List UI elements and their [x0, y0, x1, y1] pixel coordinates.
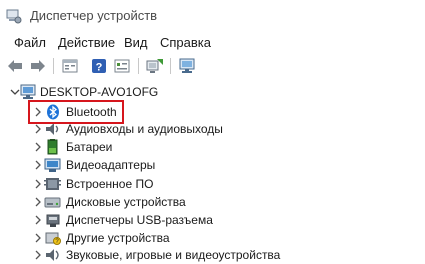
chevron-right-icon[interactable]: [33, 250, 43, 260]
forward-button[interactable]: [29, 57, 47, 75]
scan-hardware-button[interactable]: [178, 57, 196, 75]
tree-item-label: Диспетчеры USB-разъема: [66, 213, 213, 227]
back-icon: [8, 60, 22, 72]
tree-item-label: Bluetooth: [66, 105, 117, 119]
properties-icon: [62, 59, 78, 73]
tree-item-label: Звуковые, игровые и видеоустройства: [66, 248, 281, 262]
tree-root-node[interactable]: DESKTOP-AVO1OFG: [0, 81, 425, 103]
menu-help[interactable]: Справка: [160, 35, 211, 50]
tree-item-label: Видеоадаптеры: [66, 158, 156, 172]
title-bar: Диспетчер устройств: [0, 0, 425, 32]
computer-icon: [20, 84, 36, 99]
tree-root-label: DESKTOP-AVO1OFG: [40, 85, 159, 99]
tree-item-sound-video-game[interactable]: Звуковые, игровые и видеоустройства: [0, 244, 425, 264]
monitor-icon: [179, 58, 195, 73]
help-button[interactable]: ?: [90, 57, 108, 75]
chevron-right-icon[interactable]: [33, 142, 43, 152]
battery-icon: [47, 139, 58, 155]
view-icon: [114, 59, 130, 73]
window-title: Диспетчер устройств: [30, 8, 158, 23]
chevron-down-icon[interactable]: [10, 87, 20, 97]
chevron-right-icon[interactable]: [33, 197, 43, 207]
chevron-right-icon[interactable]: [33, 107, 43, 117]
menu-action[interactable]: Действие: [58, 35, 115, 50]
toolbar: ?: [0, 54, 425, 78]
back-button[interactable]: [6, 57, 24, 75]
tree-item-label: Другие устройства: [66, 231, 170, 245]
chevron-right-icon[interactable]: [33, 233, 43, 243]
sound-icon: [46, 249, 59, 261]
svg-text:?: ?: [96, 62, 103, 74]
properties-button[interactable]: [61, 57, 79, 75]
tree-item-label: Аудиовходы и аудиовыходы: [66, 122, 223, 136]
usb-icon: [46, 214, 60, 227]
firmware-icon: [44, 178, 61, 190]
update-driver-button[interactable]: [146, 57, 164, 75]
forward-icon: [31, 60, 45, 72]
chevron-right-icon[interactable]: [33, 124, 43, 134]
toolbar-separator: [170, 58, 171, 74]
menu-file[interactable]: Файл: [14, 35, 46, 50]
menu-view[interactable]: Вид: [124, 35, 148, 50]
chevron-right-icon[interactable]: [33, 160, 43, 170]
disk-icon: [44, 197, 61, 208]
tree-item-label: Батареи: [66, 140, 113, 154]
chevron-right-icon[interactable]: [33, 179, 43, 189]
device-manager-window: Диспетчер устройств Файл Действие Вид Сп…: [0, 0, 425, 264]
menu-bar: Файл Действие Вид Справка: [0, 32, 425, 54]
device-manager-app-icon: [6, 9, 22, 24]
help-icon: ?: [92, 59, 106, 74]
display-adapter-icon: [44, 158, 61, 172]
tree-item-label: Дисковые устройства: [66, 195, 186, 209]
toolbar-separator: [53, 58, 54, 74]
chevron-right-icon[interactable]: [33, 215, 43, 225]
tree-item-label: Встроенное ПО: [66, 177, 154, 191]
toolbar-separator: [138, 58, 139, 74]
update-driver-icon: [146, 59, 163, 73]
view-button[interactable]: [113, 57, 131, 75]
speaker-icon: [46, 123, 59, 135]
